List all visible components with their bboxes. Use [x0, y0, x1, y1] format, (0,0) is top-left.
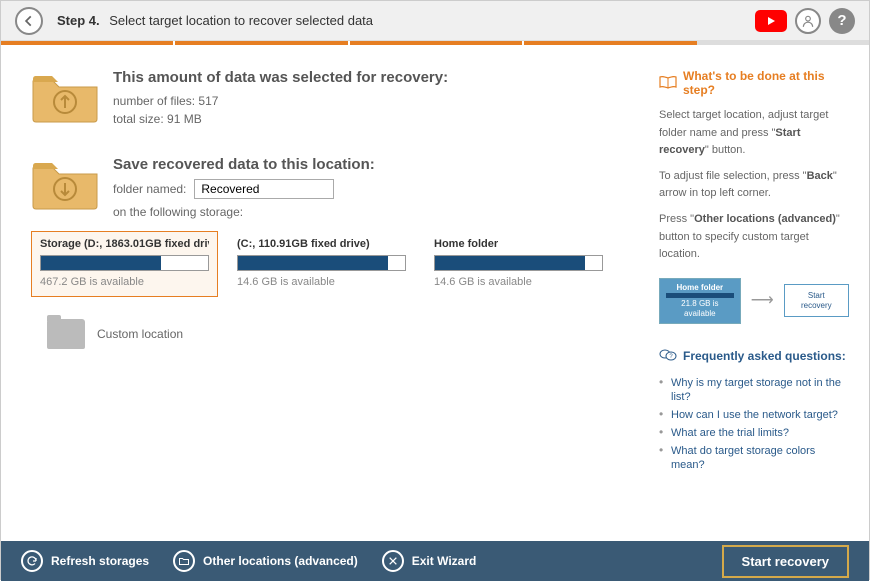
faq-link[interactable]: Why is my target storage not in the list… [671, 377, 841, 403]
folder-up-icon [31, 69, 99, 123]
storage-usage-bar [237, 255, 406, 271]
storage-name: (C:, 110.91GB fixed drive) [237, 238, 406, 250]
selected-data-section: This amount of data was selected for rec… [31, 69, 639, 128]
play-icon [766, 16, 776, 26]
faq-panel: ? Frequently asked questions: Why is my … [659, 348, 849, 471]
help-button[interactable]: ? [829, 8, 855, 34]
storage-label: on the following storage: [113, 203, 639, 221]
custom-location-button[interactable]: Custom location [47, 319, 639, 349]
storage-available: 14.6 GB is available [434, 276, 603, 288]
other-locations-button[interactable]: Other locations (advanced) [173, 550, 358, 572]
exit-wizard-button[interactable]: Exit Wizard [382, 550, 477, 572]
total-size-line: total size: 91 MB [113, 110, 639, 128]
help-panel: What's to be done at this step? Select t… [659, 69, 849, 324]
start-recovery-button[interactable]: Start recovery [722, 545, 849, 578]
storage-card[interactable]: (C:, 110.91GB fixed drive) 14.6 GB is av… [228, 231, 415, 297]
faq-item: What do target storage colors mean? [659, 443, 849, 471]
storage-usage-bar [434, 255, 603, 271]
user-button[interactable] [795, 8, 821, 34]
refresh-label: Refresh storages [51, 554, 149, 568]
user-icon [801, 14, 815, 28]
faq-link[interactable]: What are the trial limits? [671, 427, 789, 439]
exit-label: Exit Wizard [412, 554, 477, 568]
step-number: Step 4. [57, 13, 100, 28]
book-icon [659, 75, 677, 92]
arrow-left-icon [22, 14, 36, 28]
storage-list: Storage (D:, 1863.01GB fixed drive) 467.… [31, 231, 639, 297]
storage-available: 14.6 GB is available [237, 276, 406, 288]
faq-list: Why is my target storage not in the list… [659, 375, 849, 471]
faq-item: Why is my target storage not in the list… [659, 375, 849, 403]
start-label: Start recovery [742, 554, 829, 569]
folder-icon [173, 550, 195, 572]
step-description: Select target location to recover select… [109, 13, 373, 28]
selected-title: This amount of data was selected for rec… [113, 69, 639, 86]
storage-card[interactable]: Storage (D:, 1863.01GB fixed drive) 467.… [31, 231, 218, 297]
hint-storage-box: Home folder 21.8 GB is available [659, 278, 741, 324]
question-icon: ? [659, 348, 677, 365]
step-title: Step 4. Select target location to recove… [57, 13, 373, 28]
hint-start-box: Start recovery [784, 284, 849, 317]
folder-down-icon [31, 156, 99, 210]
close-icon [382, 550, 404, 572]
refresh-icon [21, 550, 43, 572]
help-title: What's to be done at this step? [683, 69, 849, 97]
storage-name: Storage (D:, 1863.01GB fixed drive) [40, 238, 209, 250]
faq-title: Frequently asked questions: [683, 349, 846, 363]
storage-name: Home folder [434, 238, 603, 250]
footer-bar: Refresh storages Other locations (advanc… [1, 541, 869, 581]
folder-name-input[interactable] [194, 179, 334, 199]
faq-link[interactable]: How can I use the network target? [671, 409, 838, 421]
back-button[interactable] [15, 7, 43, 35]
faq-link[interactable]: What do target storage colors mean? [671, 445, 815, 471]
save-location-section: Save recovered data to this location: fo… [31, 156, 639, 221]
hint-illustration: Home folder 21.8 GB is available ⟶ Start… [659, 278, 849, 324]
other-label: Other locations (advanced) [203, 554, 358, 568]
storage-available: 467.2 GB is available [40, 276, 209, 288]
refresh-storages-button[interactable]: Refresh storages [21, 550, 149, 572]
folder-icon [47, 319, 85, 349]
faq-item: What are the trial limits? [659, 425, 849, 439]
header-bar: Step 4. Select target location to recove… [1, 1, 869, 41]
files-count-line: number of files: 517 [113, 92, 639, 110]
youtube-button[interactable] [755, 10, 787, 32]
save-title: Save recovered data to this location: [113, 156, 639, 173]
storage-usage-bar [40, 255, 209, 271]
custom-location-label: Custom location [97, 327, 183, 341]
faq-item: How can I use the network target? [659, 407, 849, 421]
storage-card[interactable]: Home folder 14.6 GB is available [425, 231, 612, 297]
arrow-right-icon: ⟶ [751, 288, 774, 314]
folder-name-label: folder named: [113, 182, 186, 196]
